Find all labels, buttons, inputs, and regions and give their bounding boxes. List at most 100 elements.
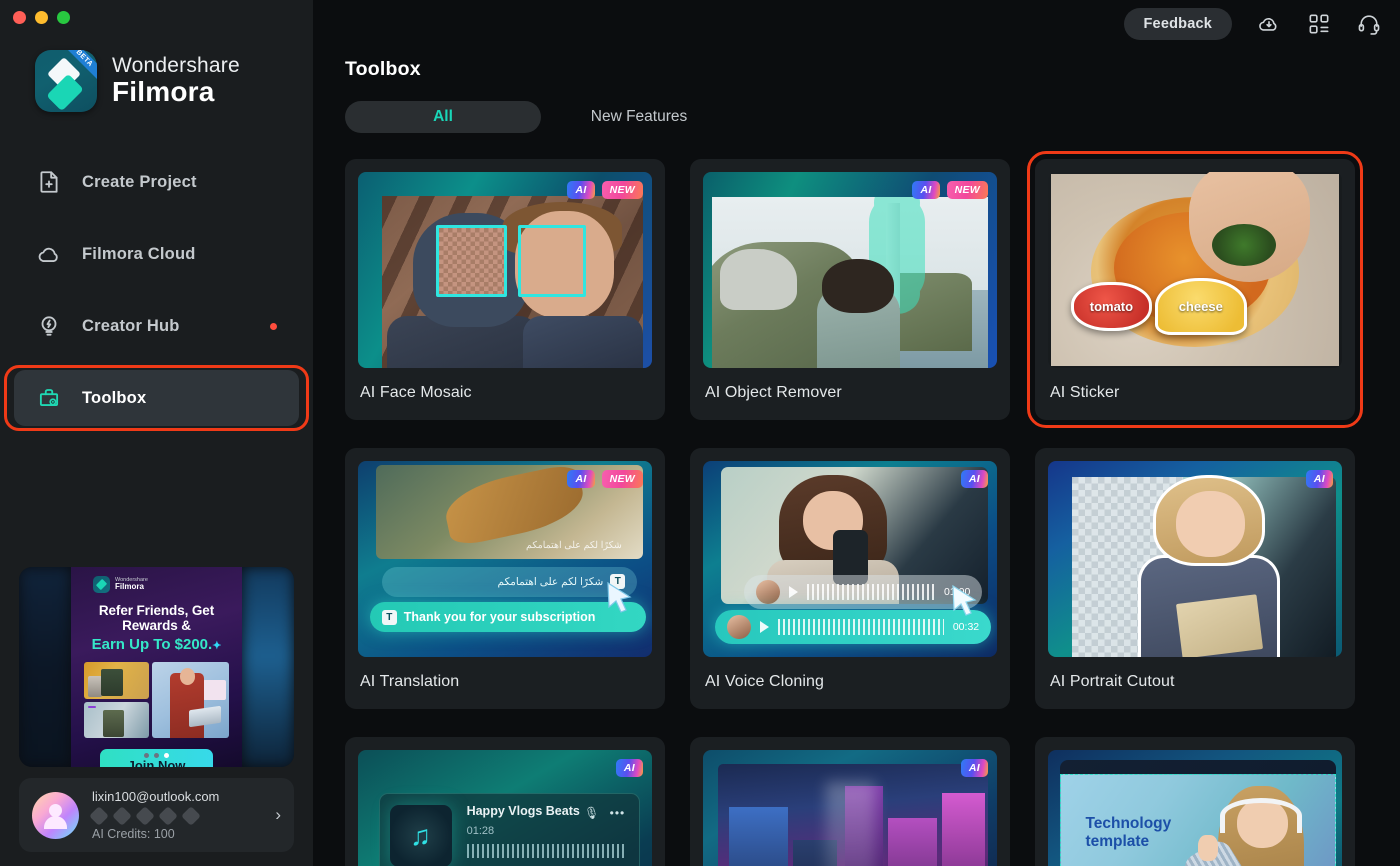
face-detection-box — [436, 224, 508, 298]
sidebar-item-label: Create Project — [82, 172, 197, 191]
promo-banner[interactable]: Wondershare Filmora Refer Friends, Get R… — [19, 567, 294, 767]
close-window-button[interactable] — [13, 11, 26, 24]
promo-blur-left — [19, 567, 71, 767]
card-badges: AI — [960, 759, 988, 777]
waveform — [807, 583, 936, 600]
ai-badge: AI — [912, 181, 940, 199]
feedback-button[interactable]: Feedback — [1123, 8, 1232, 40]
card-thumbnail: AI — [703, 750, 997, 866]
tool-card-ai-template[interactable]: Technologytemplate Data, Analytics and I… — [1035, 737, 1355, 866]
waveform — [466, 844, 627, 859]
brand-product-name: Filmora — [112, 76, 215, 108]
track-avatar — [756, 579, 781, 604]
account-badge-icon — [158, 806, 178, 826]
tool-card-ai-translation[interactable]: شكرًا لكم على اهتمامكم شكرًا لكم على اهت… — [345, 448, 665, 709]
card-thumbnail: 01:00 00:32 AI — [703, 461, 997, 657]
promo-filmora-icon — [93, 576, 110, 593]
card-badges: AI NEW — [567, 470, 643, 488]
tool-card-grid: AI NEW AI Face Mosaic AI NEW AI Object R… — [345, 151, 1400, 866]
file-plus-icon — [36, 169, 62, 195]
new-badge: NEW — [946, 181, 988, 199]
cloud-download-icon[interactable] — [1256, 11, 1282, 37]
card-title: AI Face Mosaic — [360, 384, 472, 401]
ai-badge: AI — [567, 470, 595, 488]
card-badges: AI — [615, 759, 643, 777]
card-title: AI Translation — [360, 673, 460, 690]
minimize-window-button[interactable] — [35, 11, 48, 24]
tool-card-ai-portrait-cutout[interactable]: AI AI Portrait Cutout — [1035, 448, 1355, 709]
sidebar-item-label: Toolbox — [82, 388, 147, 407]
brand-company-name: Wondershare — [112, 54, 240, 78]
ai-badge: AI — [960, 470, 988, 488]
ai-credits-label: AI Credits: 100 — [92, 827, 175, 841]
more-options-icon: ••• — [609, 806, 626, 821]
headset-support-icon[interactable] — [1356, 11, 1382, 37]
filmora-app-icon: BETA — [35, 50, 97, 112]
promo-subheadline: Earn Up To $200. — [91, 636, 213, 653]
app-window: BETA Wondershare Filmora Create Project — [0, 0, 1400, 866]
card-thumbnail: شكرًا لكم على اهتمامكم شكرًا لكم على اهت… — [358, 461, 652, 657]
sticker-cheese: cheese — [1154, 277, 1247, 336]
card-thumbnail: AI NEW — [358, 172, 652, 368]
promo-card: Wondershare Filmora Refer Friends, Get R… — [71, 567, 242, 767]
top-bar: Feedback — [313, 0, 1400, 48]
account-badge-icon — [181, 806, 201, 826]
chevron-right-icon[interactable]: › — [275, 805, 281, 825]
card-title: AI Object Remover — [705, 384, 842, 401]
sidebar-item-label: Filmora Cloud — [82, 244, 196, 263]
tool-card-ai-face-mosaic[interactable]: AI NEW AI Face Mosaic — [345, 159, 665, 420]
translation-source-row: شكرًا لكم على اهتمامكم T — [381, 566, 638, 597]
cursor-arrow-icon — [952, 585, 977, 617]
page-title: Toolbox — [345, 58, 421, 80]
main-content: Feedback Toolbox All New Features AI NEW… — [313, 0, 1400, 866]
face-detection-box — [517, 224, 586, 298]
music-note-icon: ♫ — [410, 820, 432, 852]
account-email: lixin100@outlook.com — [92, 789, 220, 804]
brand-logo-block: BETA Wondershare Filmora — [0, 24, 313, 112]
ai-badge: AI — [567, 181, 595, 199]
promo-logo-product: Filmora — [115, 582, 144, 592]
cursor-arrow-icon — [607, 581, 632, 613]
sidebar-item-create-project[interactable]: Create Project — [14, 154, 299, 210]
maximize-window-button[interactable] — [57, 11, 70, 24]
tool-card-ai-voice-cloning[interactable]: 01:00 00:32 AI — [690, 448, 1010, 709]
ai-badge: AI — [1305, 470, 1333, 488]
sidebar-item-creator-hub[interactable]: Creator Hub — [14, 298, 299, 354]
source-text: شكرًا لكم على اهتمامكم — [497, 575, 604, 588]
apps-grid-icon[interactable] — [1306, 11, 1332, 37]
promo-carousel-dots[interactable] — [19, 753, 294, 758]
card-badges: AI NEW — [567, 181, 643, 199]
card-title: AI Voice Cloning — [705, 673, 825, 690]
tab-all[interactable]: All — [345, 101, 541, 133]
voice-original-track: 01:00 — [744, 574, 983, 609]
creator-hub-notification-dot — [270, 322, 277, 330]
cloud-icon — [36, 241, 62, 267]
tool-card-ai-sticker[interactable]: tomato cheese AI Sticker — [1027, 151, 1363, 428]
tool-card-ai-object-remover[interactable]: AI NEW AI Object Remover — [690, 159, 1010, 420]
avatar — [32, 791, 79, 839]
video-subtitle-overlay: شكرًا لكم على اهتمامكم — [526, 540, 622, 552]
toolbox-icon — [36, 385, 62, 411]
toolbox-page: Toolbox All New Features AI NEW AI Face … — [313, 48, 1400, 866]
promo-join-now-button[interactable]: Join Now — [100, 749, 213, 767]
new-badge: NEW — [601, 181, 643, 199]
sidebar-item-label: Creator Hub — [82, 316, 180, 335]
card-badges: AI — [1305, 470, 1333, 488]
sidebar-item-filmora-cloud[interactable]: Filmora Cloud — [14, 226, 299, 282]
sticker-tomato: tomato — [1071, 281, 1152, 332]
card-thumbnail: AI NEW — [703, 172, 997, 368]
card-thumbnail: Technologytemplate Data, Analytics and I… — [1048, 750, 1342, 866]
account-badge-icon — [89, 806, 109, 826]
sidebar-item-toolbox[interactable]: Toolbox — [14, 370, 299, 426]
promo-photo-a — [84, 662, 149, 699]
tab-new-features[interactable]: New Features — [541, 101, 737, 133]
promo-photo-b — [84, 701, 149, 738]
card-thumbnail: AI — [1048, 461, 1342, 657]
tool-card-ai-music[interactable]: ♫ Happy Vlogs Beats 01:28 🎙 ••• Happy Vl… — [345, 737, 665, 866]
promo-photo-c — [151, 662, 229, 738]
tool-card-ai-city-scene[interactable]: AI — [690, 737, 1010, 866]
card-badges: AI NEW — [912, 181, 988, 199]
template-heading: Technology template — [1085, 815, 1172, 851]
play-icon — [789, 585, 799, 598]
account-panel[interactable]: lixin100@outlook.com AI Credits: 100 › — [19, 778, 294, 852]
